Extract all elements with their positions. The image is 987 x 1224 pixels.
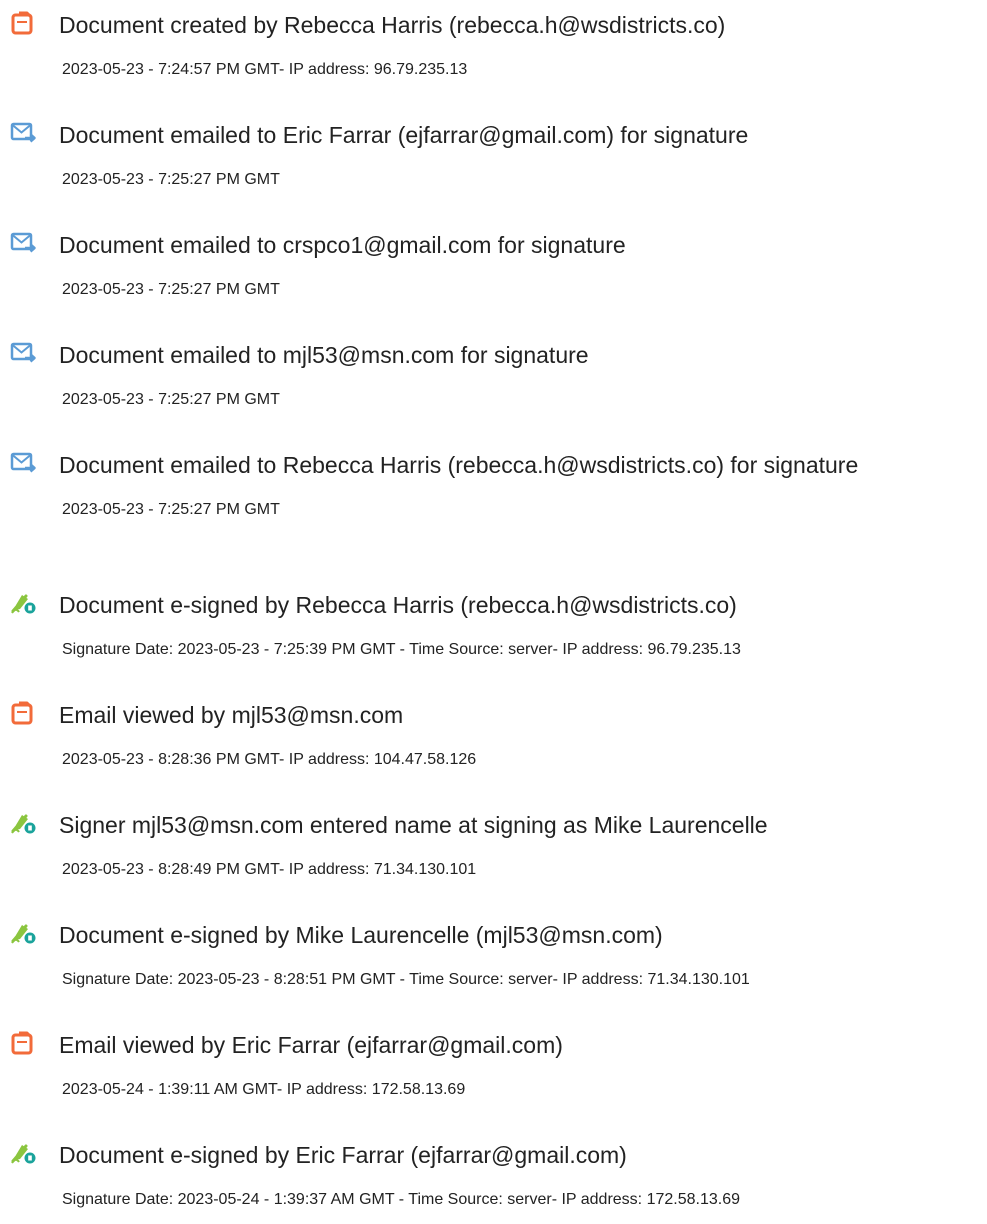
audit-entry-title: Email viewed by Eric Farrar (ejfarrar@gm…	[59, 1032, 563, 1058]
e-sign-pen-icon	[10, 921, 38, 945]
e-sign-pen-icon	[10, 811, 38, 835]
email-sent-icon	[10, 121, 38, 145]
audit-entry-detail: Signature Date: 2023-05-23 - 7:25:39 PM …	[62, 641, 741, 658]
audit-entry-detail: Signature Date: 2023-05-23 - 8:28:51 PM …	[62, 971, 750, 988]
audit-entry-title: Email viewed by mjl53@msn.com	[59, 702, 404, 728]
audit-entry-title: Document emailed to mjl53@msn.com for si…	[59, 342, 589, 368]
audit-entry-title: Document e-signed by Mike Laurencelle (m…	[59, 922, 663, 948]
audit-entry: Signer mjl53@msn.com entered name at sig…	[10, 800, 987, 880]
audit-entry-title: Document emailed to Rebecca Harris (rebe…	[59, 452, 859, 478]
audit-entry-detail: Signature Date: 2023-05-24 - 1:39:37 AM …	[62, 1191, 740, 1208]
audit-entry: Document emailed to mjl53@msn.com for si…	[10, 330, 987, 410]
audit-entry-title: Document emailed to crspco1@gmail.com fo…	[59, 232, 626, 258]
audit-entry-title: Document e-signed by Eric Farrar (ejfarr…	[59, 1142, 627, 1168]
audit-entry: Email viewed by mjl53@msn.com 2023-05-23…	[10, 690, 987, 770]
audit-entry-detail: 2023-05-23 - 7:25:27 PM GMT	[62, 281, 280, 298]
audit-entry-title: Document created by Rebecca Harris (rebe…	[59, 12, 726, 38]
audit-entry: Document e-signed by Mike Laurencelle (m…	[10, 910, 987, 990]
audit-entry-detail: 2023-05-23 - 8:28:49 PM GMT- IP address:…	[62, 861, 477, 878]
e-sign-pen-icon	[10, 1141, 38, 1165]
audit-entry-title: Document e-signed by Rebecca Harris (reb…	[59, 592, 737, 618]
audit-entry-title: Document emailed to Eric Farrar (ejfarra…	[59, 122, 749, 148]
email-sent-icon	[10, 451, 38, 475]
audit-entry-detail: 2023-05-24 - 1:39:11 AM GMT- IP address:…	[62, 1081, 466, 1098]
audit-entry-detail: 2023-05-23 - 8:28:36 PM GMT- IP address:…	[62, 751, 477, 768]
audit-entry-detail: 2023-05-23 - 7:24:57 PM GMT- IP address:…	[62, 61, 468, 78]
e-sign-pen-icon	[10, 591, 38, 615]
audit-entry: Document e-signed by Eric Farrar (ejfarr…	[10, 1130, 987, 1210]
document-created-icon	[10, 11, 38, 35]
document-viewed-icon	[10, 701, 38, 725]
audit-entry: Document emailed to crspco1@gmail.com fo…	[10, 220, 987, 300]
email-sent-icon	[10, 341, 38, 365]
audit-entry: Email viewed by Eric Farrar (ejfarrar@gm…	[10, 1020, 987, 1100]
audit-entry-detail: 2023-05-23 - 7:25:27 PM GMT	[62, 391, 280, 408]
audit-entry-detail: 2023-05-23 - 7:25:27 PM GMT	[62, 171, 280, 188]
audit-entry: Document emailed to Eric Farrar (ejfarra…	[10, 110, 987, 190]
document-viewed-icon	[10, 1031, 38, 1055]
audit-entry-title: Signer mjl53@msn.com entered name at sig…	[59, 812, 768, 838]
audit-entry: Document e-signed by Rebecca Harris (reb…	[10, 580, 987, 660]
audit-entry: Document emailed to Rebecca Harris (rebe…	[10, 440, 987, 520]
audit-entry-detail: 2023-05-23 - 7:25:27 PM GMT	[62, 501, 280, 518]
email-sent-icon	[10, 231, 38, 255]
audit-entry: Document created by Rebecca Harris (rebe…	[10, 0, 987, 80]
